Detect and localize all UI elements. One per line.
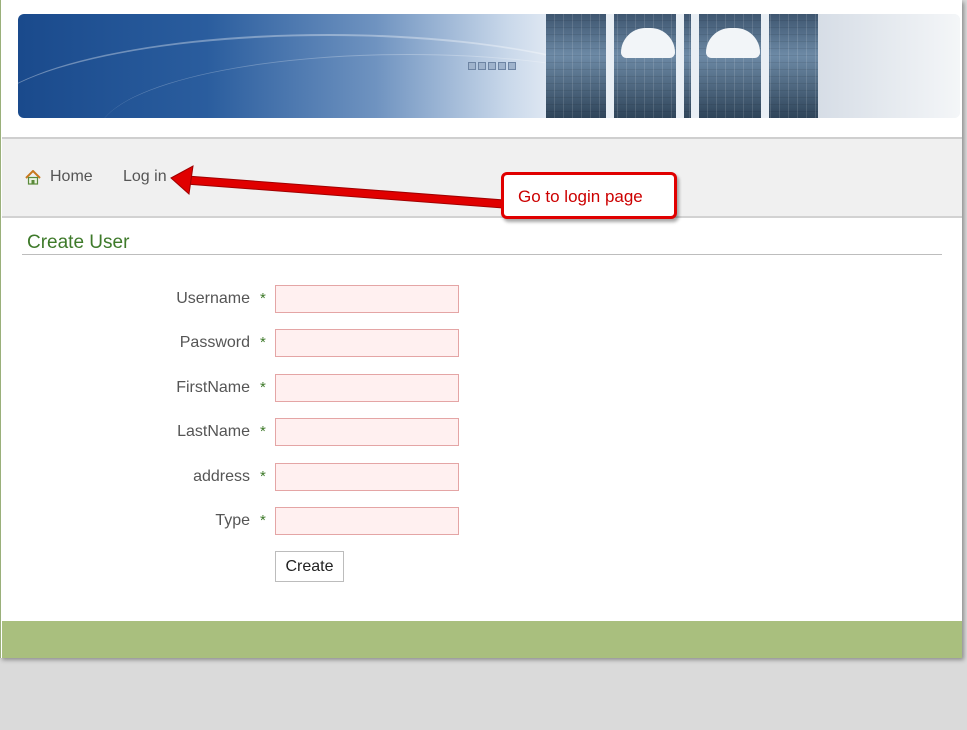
address-input[interactable] [275, 463, 459, 491]
lastname-label: LastName [177, 423, 250, 440]
home-icon[interactable] [25, 170, 41, 185]
arrow-icon [170, 165, 505, 209]
create-button[interactable]: Create [275, 551, 344, 582]
username-label: Username [176, 290, 250, 307]
lastname-input[interactable] [275, 418, 459, 446]
type-input[interactable] [275, 507, 459, 535]
required-marker: * [260, 379, 266, 396]
banner-fade [818, 14, 960, 118]
form-row-address: address * [1, 463, 501, 491]
required-marker: * [260, 290, 266, 307]
nav-home-link[interactable]: Home [50, 168, 93, 186]
form-row-firstname: FirstName * [1, 374, 501, 402]
banner-dots [468, 62, 516, 70]
title-divider [22, 254, 942, 255]
password-input[interactable] [275, 329, 459, 357]
address-label: address [193, 468, 250, 485]
page-title: Create User [27, 232, 130, 253]
required-marker: * [260, 468, 266, 485]
header-banner [18, 14, 960, 118]
firstname-label: FirstName [176, 379, 250, 396]
form-row-username: Username * [1, 285, 501, 313]
form-row-password: Password * [1, 329, 501, 357]
footer-bar [2, 621, 962, 658]
password-label: Password [179, 334, 250, 351]
form-row-lastname: LastName * [1, 418, 501, 446]
username-input[interactable] [275, 285, 459, 313]
annotation-text: Go to login page [518, 187, 643, 206]
banner-building-image [546, 14, 829, 118]
required-marker: * [260, 512, 266, 529]
annotation-callout: Go to login page [501, 172, 677, 219]
form-row-type: Type * [1, 507, 501, 535]
type-label: Type [215, 512, 250, 529]
required-marker: * [260, 334, 266, 351]
required-marker: * [260, 423, 266, 440]
firstname-input[interactable] [275, 374, 459, 402]
page-container: Home Log in Go to login page Create User… [0, 0, 962, 658]
